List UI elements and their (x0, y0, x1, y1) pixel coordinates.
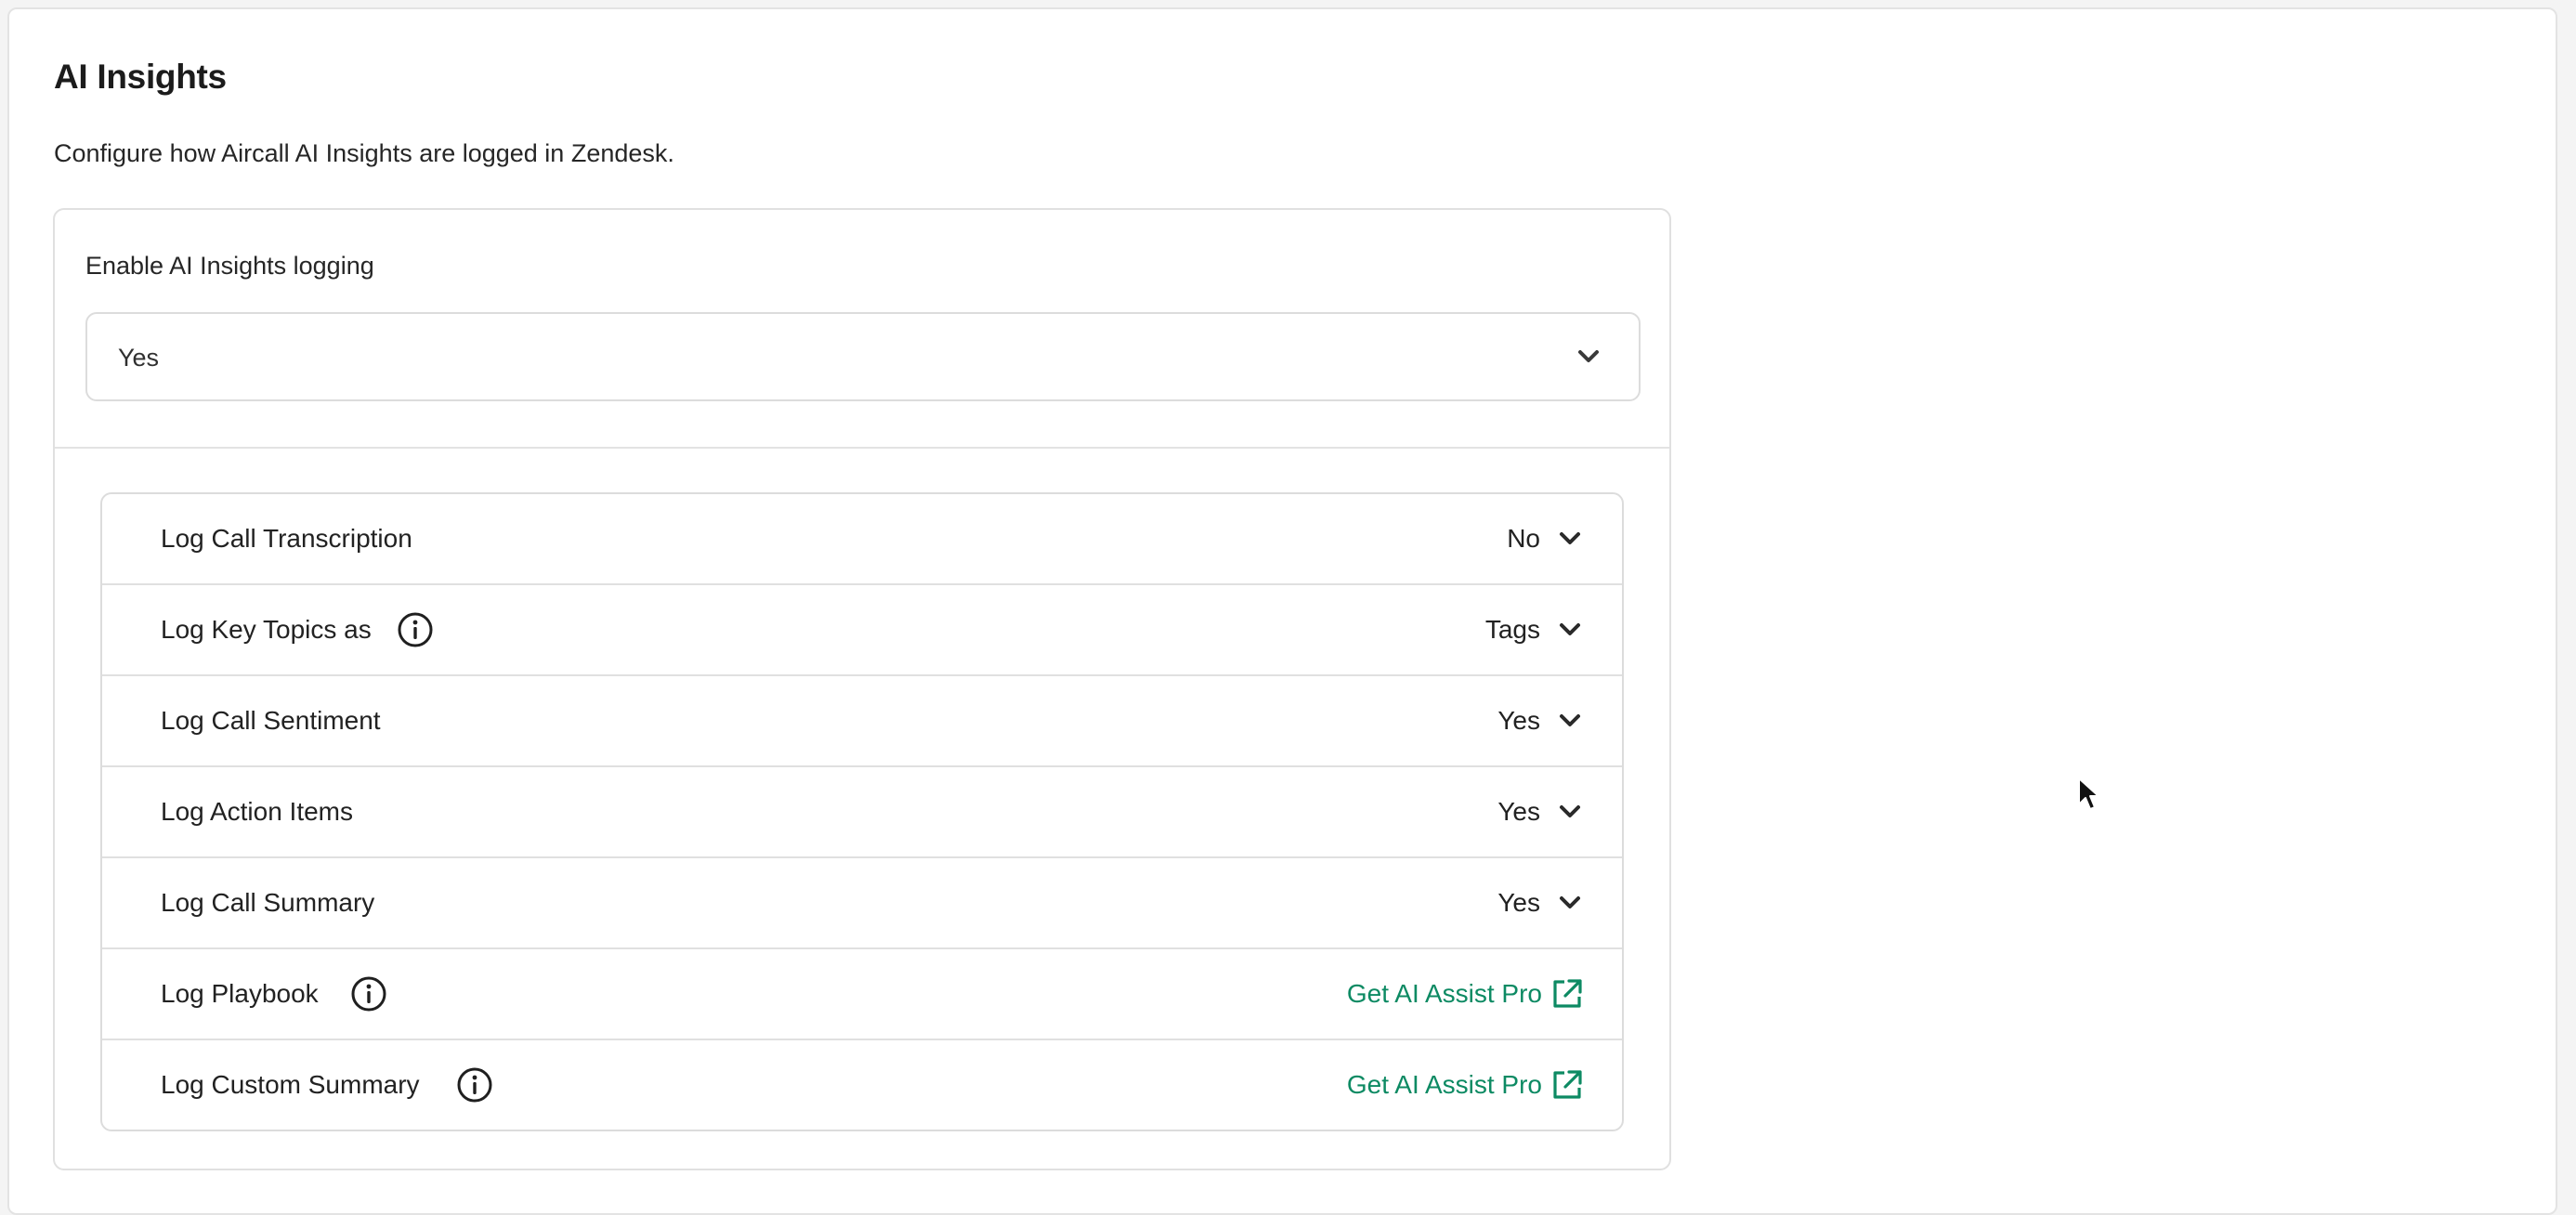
info-icon[interactable] (350, 975, 386, 1012)
external-link-icon (1553, 1070, 1582, 1099)
info-icon[interactable] (397, 611, 433, 647)
section-title: AI Insights (54, 58, 227, 96)
log-key-topics-select[interactable]: Tags (1485, 585, 1581, 674)
log-call-sentiment-select[interactable]: Yes (1497, 676, 1581, 765)
row-label: Log Playbook (161, 979, 319, 1008)
row-value: Yes (1497, 706, 1540, 735)
row-label: Log Action Items (161, 797, 354, 826)
link-text: Get AI Assist Pro (1346, 1070, 1542, 1099)
row-label: Log Call Transcription (161, 524, 412, 553)
row-log-action-items: Log Action Items Yes (102, 767, 1622, 858)
chevron-down-icon (1560, 805, 1580, 817)
insights-options-list: Log Call Transcription No Log Key Topics… (100, 492, 1624, 1131)
row-value: Tags (1484, 615, 1540, 644)
chevron-down-icon (1577, 349, 1600, 369)
row-label: Log Call Summary (161, 888, 375, 917)
row-value: Yes (1497, 797, 1540, 826)
log-call-summary-select[interactable]: Yes (1497, 858, 1581, 947)
chevron-down-icon (1560, 896, 1580, 908)
card-divider (55, 447, 1669, 449)
link-text: Get AI Assist Pro (1346, 979, 1542, 1008)
row-log-call-summary: Log Call Summary Yes (102, 858, 1622, 949)
log-action-items-select[interactable]: Yes (1497, 767, 1581, 856)
chevron-down-icon (1560, 623, 1580, 635)
row-value: No (1507, 524, 1540, 553)
row-label: Log Custom Summary (161, 1070, 420, 1099)
info-icon[interactable] (456, 1066, 492, 1103)
row-log-call-transcription: Log Call Transcription No (102, 494, 1622, 585)
mouse-cursor-icon (2078, 777, 2099, 810)
row-label: Log Key Topics as (161, 615, 372, 644)
log-call-transcription-select[interactable]: No (1507, 494, 1581, 583)
get-ai-assist-pro-link[interactable]: Get AI Assist Pro (1347, 949, 1583, 1039)
row-value: Yes (1497, 888, 1540, 917)
row-log-key-topics: Log Key Topics as Tags (102, 585, 1622, 676)
row-log-call-sentiment: Log Call Sentiment Yes (102, 676, 1622, 767)
section-description: Configure how Aircall AI Insights are lo… (54, 139, 674, 167)
external-link-icon (1553, 979, 1582, 1008)
enable-logging-label: Enable AI Insights logging (85, 252, 374, 280)
chevron-down-icon (1560, 714, 1580, 726)
row-label: Log Call Sentiment (161, 706, 381, 735)
row-log-playbook: Log Playbook Get AI Assist Pro (102, 949, 1622, 1040)
settings-page: AI Insights Configure how Aircall AI Ins… (7, 7, 2557, 1215)
enable-logging-value: Yes (118, 344, 160, 372)
row-log-custom-summary: Log Custom Summary Get AI Assist Pro (102, 1040, 1622, 1130)
get-ai-assist-pro-link[interactable]: Get AI Assist Pro (1347, 1040, 1583, 1130)
chevron-down-icon (1560, 532, 1580, 544)
enable-logging-select[interactable]: Yes (85, 312, 1641, 401)
ai-insights-card: Enable AI Insights logging Yes Log Call … (53, 208, 1671, 1170)
